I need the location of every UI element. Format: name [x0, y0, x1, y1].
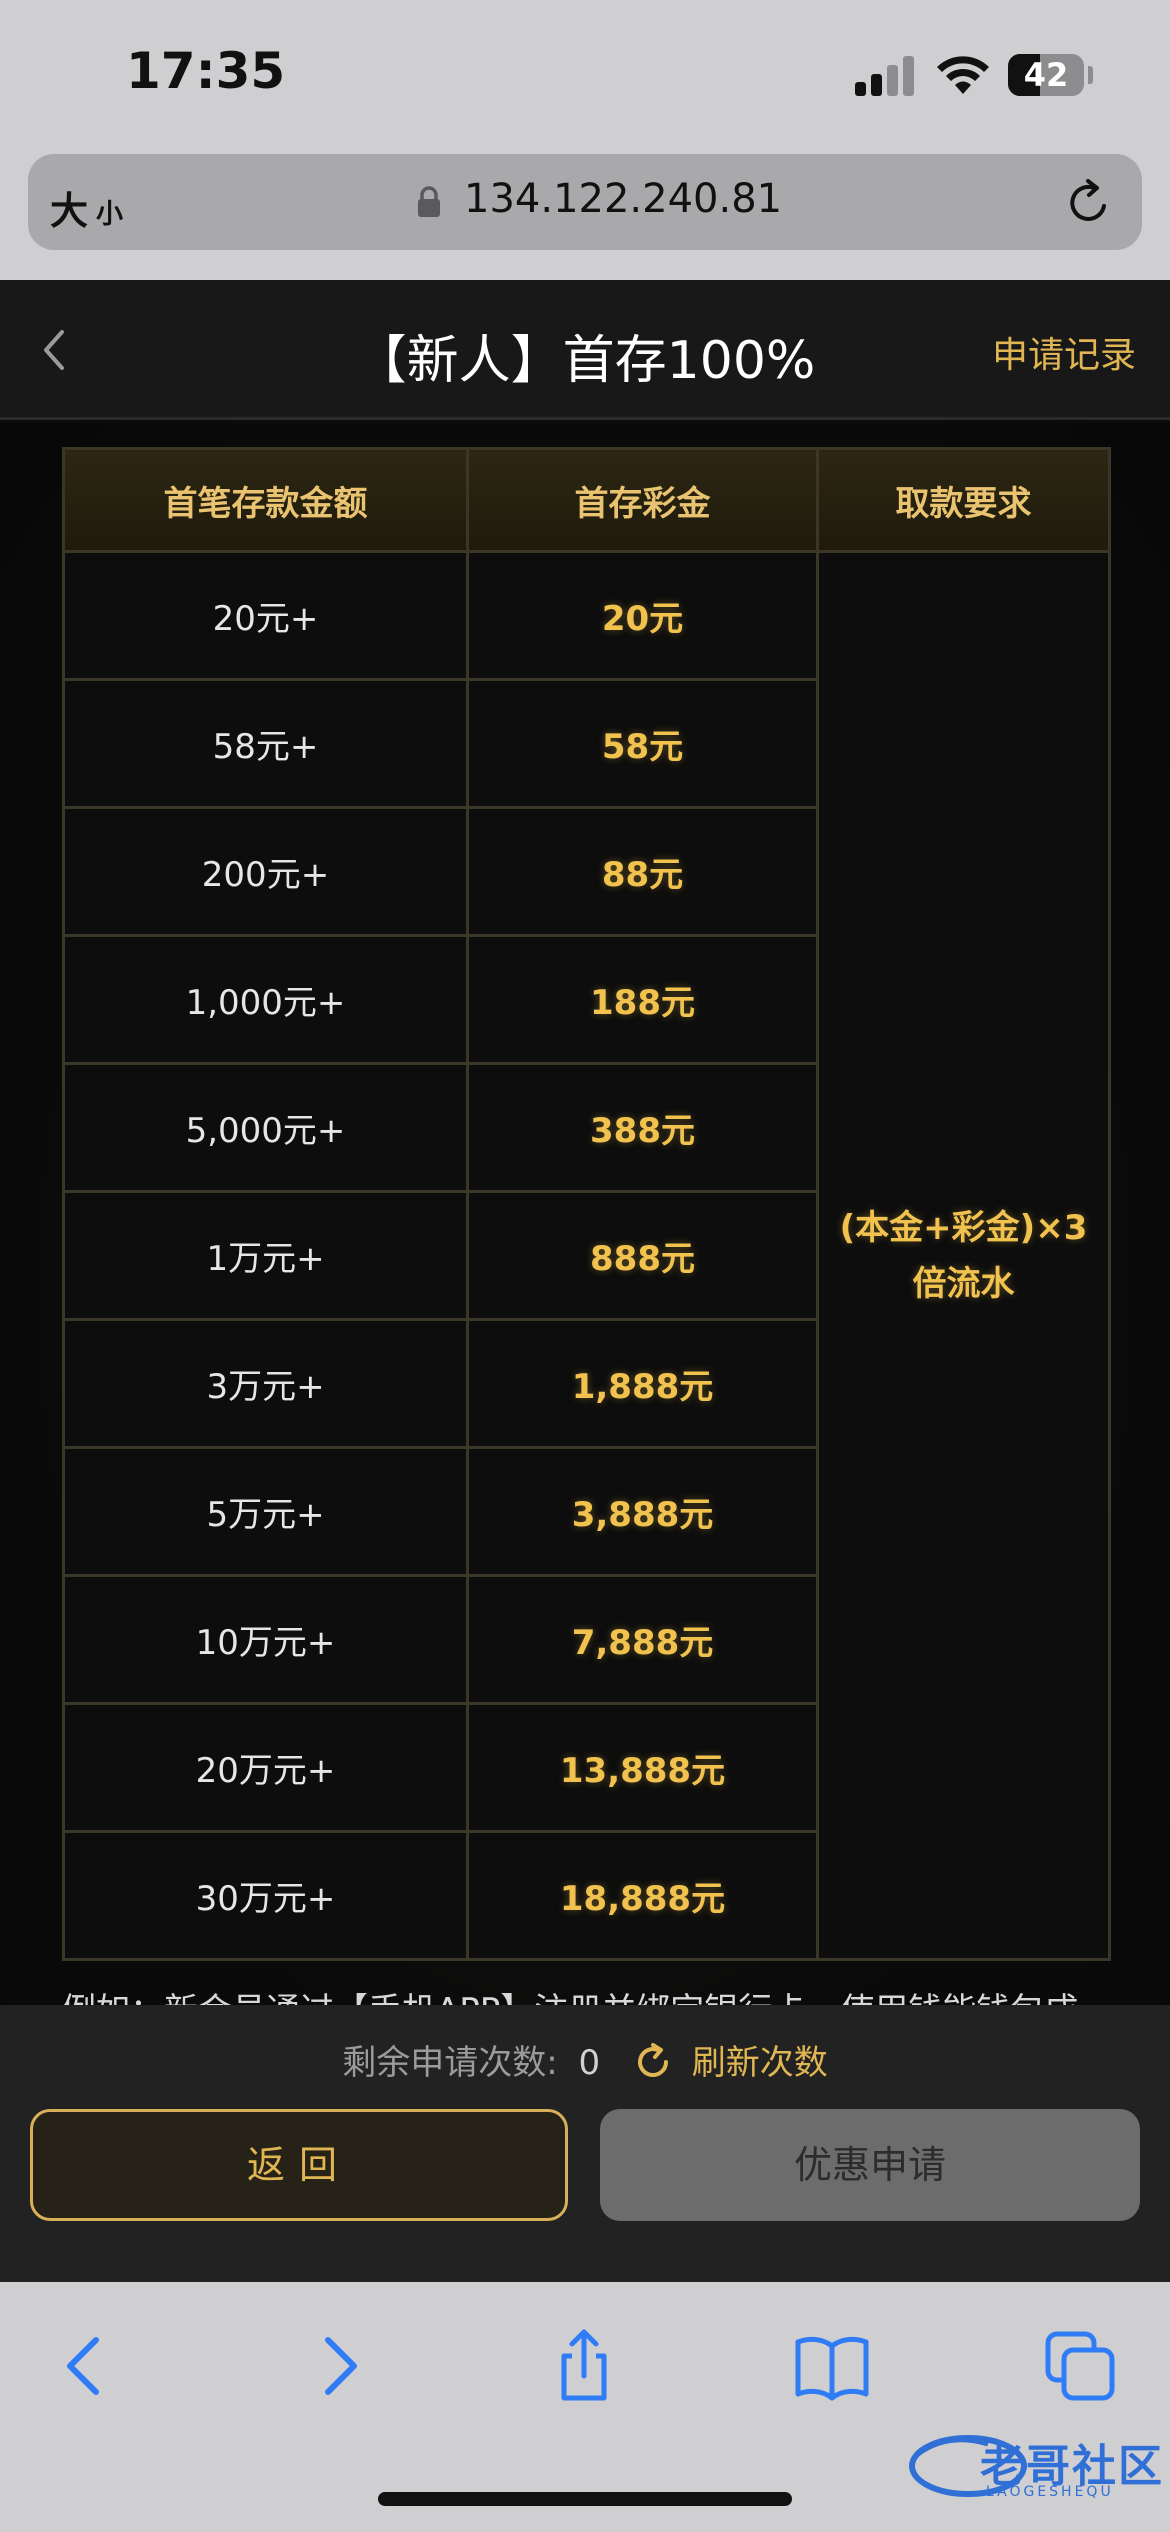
url-text[interactable]: 134.122.240.81 [464, 176, 782, 222]
refresh-icon[interactable] [633, 2042, 673, 2082]
bookmarks-icon[interactable] [794, 2328, 870, 2404]
deposit-cell: 58元+ [62, 678, 469, 809]
remaining-applications-row: 剩余申请次数: 0 刷新次数 [0, 2035, 1170, 2085]
bonus-cell: 1,888元 [466, 1318, 819, 1449]
page-header: 【新人】首存100% 申请记录 [0, 280, 1170, 420]
table-header-row: 首笔存款金额 首存彩金 取款要求 [62, 447, 1111, 553]
browser-address-area: 大 小 134.122.240.81 [0, 150, 1170, 280]
back-arrow-icon[interactable] [48, 2328, 124, 2404]
bonus-cell: 888元 [466, 1190, 819, 1321]
deposit-cell: 5,000元+ [62, 1062, 469, 1193]
text-size-button-small[interactable]: 小 [96, 192, 123, 231]
bonus-cell: 188元 [466, 934, 819, 1065]
lock-icon [418, 186, 440, 217]
deposit-cell: 20元+ [62, 550, 469, 681]
battery-level: 42 [1023, 56, 1069, 94]
remaining-count: 0 [578, 2043, 601, 2083]
deposit-cell: 200元+ [62, 806, 469, 937]
bonus-cell: 58元 [466, 678, 819, 809]
battery-icon: 42 [1008, 54, 1084, 96]
browser-toolbar: 老哥社区 LAOGESHEQU [0, 2282, 1170, 2532]
home-indicator[interactable] [378, 2492, 792, 2506]
column-header-deposit: 首笔存款金额 [62, 447, 469, 553]
promo-apply-button[interactable]: 优惠申请 [600, 2109, 1140, 2221]
bonus-cell: 388元 [466, 1062, 819, 1193]
deposit-cell: 20万元+ [62, 1702, 469, 1833]
column-header-bonus: 首存彩金 [466, 447, 819, 553]
tabs-icon[interactable] [1042, 2328, 1118, 2404]
share-icon[interactable] [546, 2328, 622, 2404]
cellular-signal-icon [855, 56, 917, 96]
bonus-cell: 20元 [466, 550, 819, 681]
bonus-cell: 3,888元 [466, 1446, 819, 1577]
promo-description: 例如：新会员通过【手机APP】注册并绑定银行卡，使用钱能钱包成 [62, 1983, 1122, 2005]
deposit-cell: 10万元+ [62, 1574, 469, 1705]
promo-content: 首笔存款金额 首存彩金 取款要求 20元+ 20元 (本金+彩金)×3 倍流水 … [0, 423, 1170, 2005]
status-bar: 17:35 42 [0, 0, 1170, 150]
battery-nub [1088, 66, 1093, 84]
status-time: 17:35 [126, 42, 286, 100]
deposit-cell: 5万元+ [62, 1446, 469, 1577]
deposit-cell: 30万元+ [62, 1830, 469, 1961]
requirement-line-2: 倍流水 [912, 1263, 1015, 1304]
deposit-cell: 1万元+ [62, 1190, 469, 1321]
table-row: 20元+ 20元 (本金+彩金)×3 倍流水 [62, 550, 1111, 1961]
deposit-cell: 1,000元+ [62, 934, 469, 1065]
bonus-cell: 88元 [466, 806, 819, 937]
action-panel: 剩余申请次数: 0 刷新次数 返回 优惠申请 [0, 2005, 1170, 2282]
forward-arrow-icon[interactable] [300, 2328, 376, 2404]
bonus-cell: 18,888元 [466, 1830, 819, 1961]
bonus-cell: 13,888元 [466, 1702, 819, 1833]
apply-record-link[interactable]: 申请记录 [992, 326, 1136, 378]
return-button[interactable]: 返回 [30, 2109, 568, 2221]
reload-icon[interactable] [1064, 178, 1114, 228]
wifi-icon [937, 56, 989, 94]
text-size-button-big[interactable]: 大 [50, 180, 88, 235]
requirement-line-1: (本金+彩金)×3 [839, 1207, 1088, 1248]
refresh-count-link[interactable]: 刷新次数 [692, 2043, 828, 2083]
remaining-label: 剩余申请次数: [342, 2043, 558, 2083]
bonus-cell: 7,888元 [466, 1574, 819, 1705]
requirement-cell: (本金+彩金)×3 倍流水 [816, 550, 1111, 1961]
bonus-table: 首笔存款金额 首存彩金 取款要求 20元+ 20元 (本金+彩金)×3 倍流水 … [62, 447, 1111, 1961]
watermark-subtext: LAOGESHEQU [986, 2484, 1114, 2500]
column-header-requirement: 取款要求 [816, 447, 1111, 553]
address-bar[interactable]: 大 小 134.122.240.81 [28, 154, 1142, 250]
deposit-cell: 3万元+ [62, 1318, 469, 1449]
